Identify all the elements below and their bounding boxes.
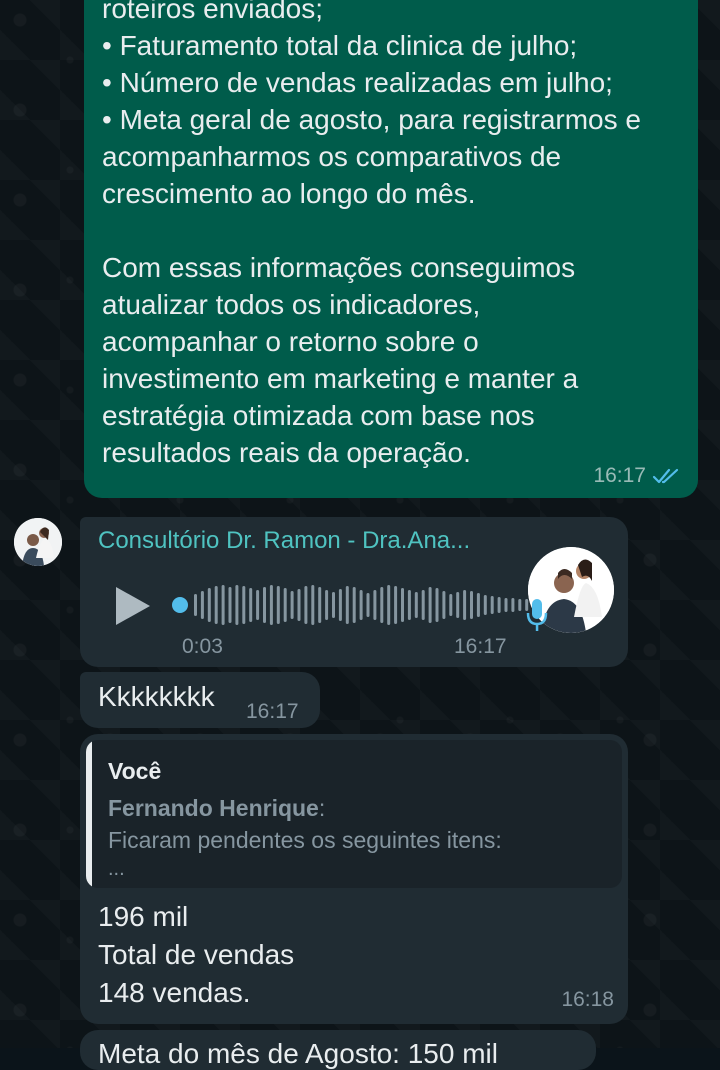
- quoted-name-suffix: :: [318, 795, 326, 821]
- reply-line-1: 196 mil: [98, 901, 189, 932]
- outgoing-message-text: roteiros enviados; • Faturamento total d…: [102, 0, 641, 468]
- waveform-bar: [463, 590, 467, 620]
- message-time: 16:17: [246, 700, 299, 723]
- reply-line-3: 148 vendas.: [98, 977, 251, 1008]
- waveform-bar: [221, 585, 225, 625]
- waveform-bar: [214, 586, 218, 624]
- waveform-bar: [249, 588, 253, 622]
- waveform-bar: [345, 586, 349, 624]
- avatar-photo-icon: [14, 518, 62, 566]
- waveform-bar: [283, 588, 287, 622]
- waveform-bar: [373, 590, 377, 620]
- outgoing-message-meta: 16:17: [593, 464, 682, 488]
- message-text: Kkkkkkkk: [98, 681, 215, 712]
- reply-line-2: Total de vendas: [98, 939, 295, 970]
- sender-avatar[interactable]: [14, 518, 62, 566]
- waveform-bar: [394, 586, 398, 624]
- incoming-message-partial[interactable]: Meta do mês de Agosto: 150 mil: [80, 1030, 596, 1070]
- voice-duration: 0:03: [182, 635, 223, 658]
- waveform-bar: [332, 592, 335, 618]
- outgoing-message-time: 16:17: [593, 464, 646, 487]
- waveform-bar: [504, 598, 508, 612]
- waveform-bar: [428, 587, 432, 623]
- waveform-bar: [476, 593, 480, 617]
- waveform-bar: [421, 590, 425, 620]
- waveform-bar: [318, 587, 322, 623]
- waveform-bar: [407, 590, 411, 620]
- waveform-bar: [290, 591, 294, 619]
- waveform-bar: [352, 587, 356, 623]
- waveform-bar: [256, 590, 260, 620]
- reply-time: 16:18: [561, 988, 614, 1011]
- waveform-bar: [200, 591, 204, 619]
- waveform-bar: [194, 594, 197, 616]
- waveform-bar: [235, 585, 239, 625]
- play-icon[interactable]: [116, 587, 150, 625]
- waveform-bar: [490, 596, 494, 614]
- waveform-bar: [470, 591, 473, 619]
- mic-icon: [526, 599, 548, 631]
- quoted-text: Ficaram pendentes os seguintes itens:: [108, 827, 502, 853]
- waveform-bar: [380, 587, 384, 623]
- waveform-bar: [297, 589, 301, 621]
- quoted-name-line: Fernando Henrique:: [108, 795, 325, 822]
- waveform-bar: [483, 595, 487, 615]
- waveform-bar: [511, 598, 515, 612]
- voice-time: 16:17: [454, 635, 507, 658]
- reply-text: 196 mil Total de vendas 148 vendas.: [98, 898, 294, 1012]
- quote-bar: [86, 740, 92, 888]
- waveform-bar: [359, 590, 363, 620]
- waveform-bar: [401, 588, 404, 622]
- voice-message[interactable]: Consultório Dr. Ramon - Dra.Ana... 0:03 …: [80, 517, 628, 667]
- message-text: Meta do mês de Agosto: 150 mil: [98, 1038, 498, 1069]
- quoted-message[interactable]: Você Fernando Henrique: Ficaram pendente…: [86, 740, 622, 888]
- waveform-bar: [228, 587, 232, 623]
- sender-name[interactable]: Consultório Dr. Ramon - Dra.Ana...: [98, 527, 470, 555]
- incoming-message[interactable]: Kkkkkkkk 16:17: [80, 672, 320, 728]
- waveform-bar: [518, 599, 522, 611]
- playback-thumb[interactable]: [172, 597, 188, 613]
- waveform-bar: [414, 592, 418, 618]
- waveform-bar: [442, 591, 446, 619]
- waveform-bar: [338, 589, 342, 621]
- waveform-bar: [366, 593, 370, 617]
- waveform-bar: [387, 585, 391, 625]
- waveform-bar: [435, 588, 439, 622]
- waveform-bar: [325, 590, 329, 620]
- reply-message[interactable]: Você Fernando Henrique: Ficaram pendente…: [80, 734, 628, 1024]
- waveform-bar: [311, 585, 315, 625]
- waveform-bar: [269, 585, 273, 625]
- quoted-name: Fernando Henrique: [108, 795, 319, 821]
- waveform-bar: [263, 587, 266, 623]
- quoted-author: Você: [108, 758, 162, 784]
- waveform-bar: [276, 586, 280, 624]
- waveform-bar: [242, 586, 246, 624]
- waveform-bar: [449, 594, 453, 616]
- waveform-bar: [304, 586, 308, 624]
- waveform-bar: [456, 592, 460, 618]
- quoted-more: ...: [108, 858, 125, 880]
- waveform-bar: [497, 597, 501, 613]
- double-check-icon: [652, 468, 679, 484]
- waveform-bar: [207, 588, 211, 622]
- outgoing-message[interactable]: roteiros enviados; • Faturamento total d…: [84, 0, 698, 498]
